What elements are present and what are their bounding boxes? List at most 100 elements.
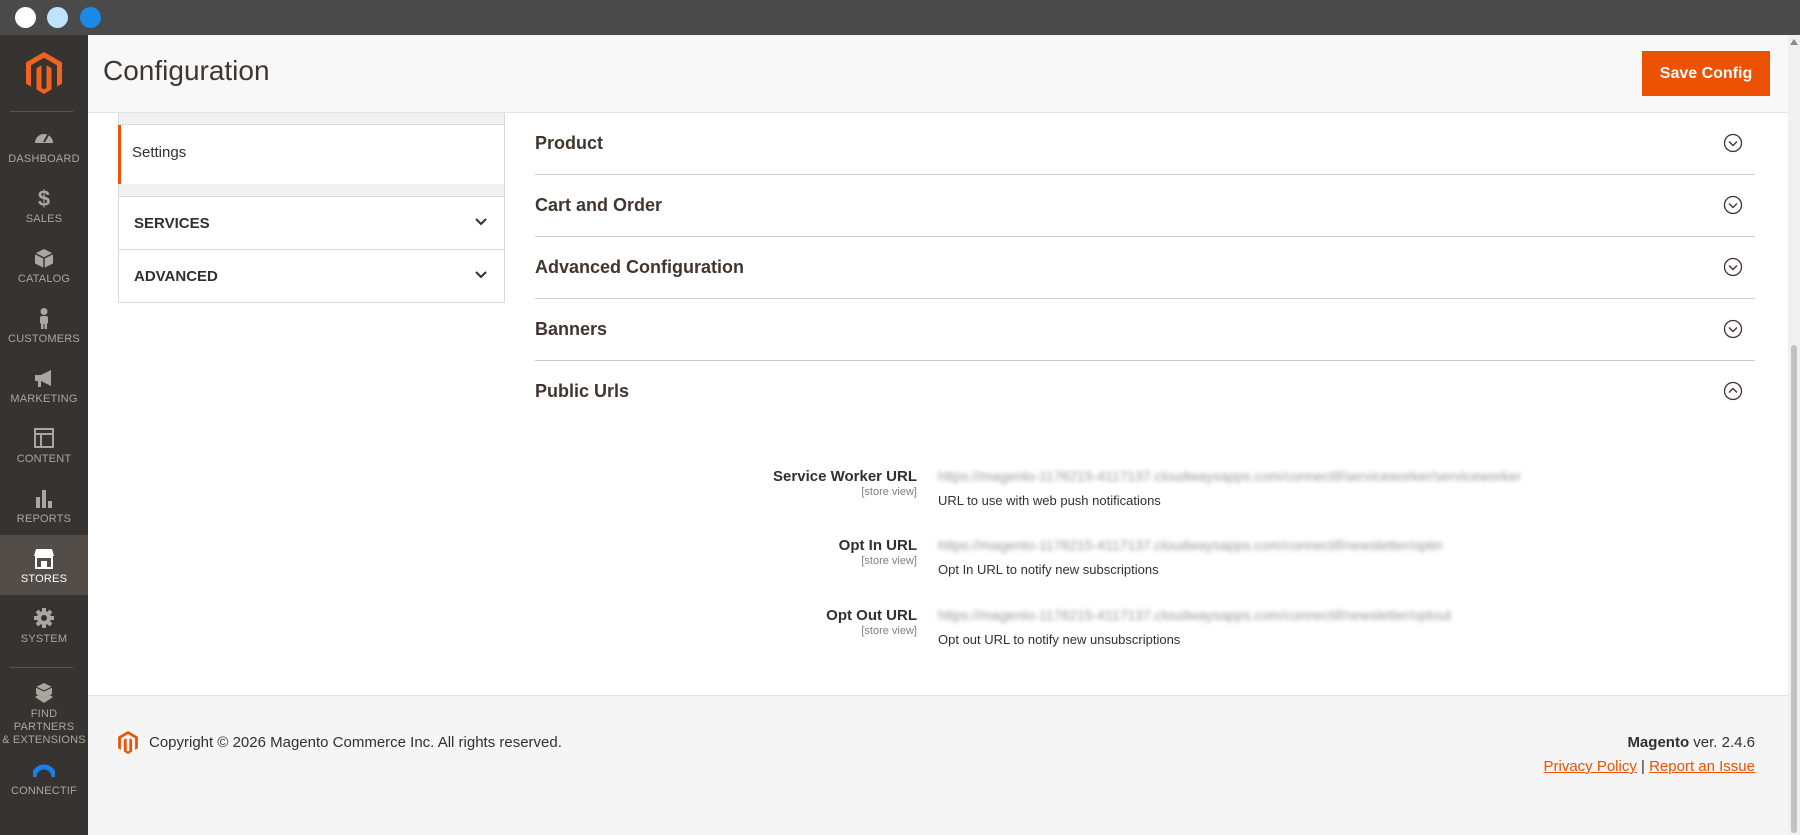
bar-chart-icon <box>36 490 52 508</box>
nav-label: MARKETING <box>10 393 78 405</box>
field-value: https://magento-1176215-4117137.cloudway… <box>938 468 1522 484</box>
report-issue-link[interactable]: Report an Issue <box>1649 758 1755 775</box>
nav-item-catalog[interactable]: CATALOG <box>0 235 88 295</box>
chevron-down-icon <box>475 271 487 279</box>
section-banners[interactable]: Banners <box>535 299 1755 361</box>
connectif-icon <box>33 764 55 778</box>
nav-label: CUSTOMERS <box>8 333 80 345</box>
window-minimize-button[interactable] <box>47 7 68 28</box>
tab-group-label: SERVICES <box>134 215 210 232</box>
section-public-urls[interactable]: Public Urls <box>535 361 1755 423</box>
svg-text:$: $ <box>38 187 50 209</box>
nav-divider <box>10 111 73 112</box>
admin-sidebar: DASHBOARD $ SALES CATALOG CUSTOMERS MARK… <box>0 35 88 835</box>
field-scope: [store view] <box>861 486 917 498</box>
nav-item-marketing[interactable]: MARKETING <box>0 355 88 415</box>
field-note: URL to use with web push notifications <box>938 493 1161 508</box>
gear-icon <box>34 608 54 628</box>
expand-circle-icon[interactable] <box>1723 195 1743 215</box>
magento-logo-icon[interactable] <box>26 52 62 94</box>
nav-item-system[interactable]: SYSTEM <box>0 595 88 655</box>
field-value: https://magento-1176215-4117137.cloudway… <box>938 607 1452 623</box>
version-number: ver. 2.4.6 <box>1693 734 1755 751</box>
nav-label: CONNECTIF <box>11 785 77 797</box>
tab-group-strip <box>118 184 505 196</box>
vertical-scrollbar[interactable] <box>1788 35 1800 835</box>
brand-name: Magento <box>1627 734 1690 751</box>
box-icon <box>34 249 54 268</box>
nav-item-connectif[interactable]: CONNECTIF <box>0 747 88 807</box>
dashboard-icon <box>35 134 53 143</box>
page-title: Configuration <box>103 55 270 86</box>
tab-group-strip <box>118 113 505 125</box>
footer-link-separator: | <box>1641 758 1645 775</box>
nav-label: CATALOG <box>17 273 71 285</box>
section-title: Banners <box>535 319 608 339</box>
nav-item-reports[interactable]: REPORTS <box>0 475 88 535</box>
version-info: Magento ver. 2.4.6 <box>1627 734 1755 751</box>
nav-item-find-partners[interactable]: FIND PARTNERS & EXTENSIONS <box>0 672 88 746</box>
privacy-policy-link[interactable]: Privacy Policy <box>1543 758 1636 775</box>
tab-group-label: ADVANCED <box>134 268 218 285</box>
field-label: Opt Out URL <box>826 607 917 624</box>
expand-circle-icon[interactable] <box>1723 257 1743 277</box>
nav-label: CONTENT <box>16 453 72 465</box>
person-icon <box>40 308 48 329</box>
nav-label-line1: FIND PARTNERS <box>13 708 75 733</box>
nav-item-content[interactable]: CONTENT <box>0 415 88 475</box>
expand-circle-icon[interactable] <box>1723 319 1743 339</box>
tab-group-advanced[interactable]: ADVANCED <box>118 249 505 303</box>
window-titlebar <box>0 0 1800 35</box>
nav-item-customers[interactable]: CUSTOMERS <box>0 295 88 355</box>
section-advanced-configuration[interactable]: Advanced Configuration <box>535 237 1755 299</box>
window-zoom-button[interactable] <box>80 7 101 28</box>
store-icon <box>34 549 54 569</box>
nav-label: SYSTEM <box>20 633 68 645</box>
tab-group-services[interactable]: SERVICES <box>118 196 505 250</box>
field-label: Opt In URL <box>838 537 917 554</box>
window-close-button[interactable] <box>15 7 36 28</box>
collapse-circle-icon[interactable] <box>1723 381 1743 401</box>
nav-item-sales[interactable]: $ SALES <box>0 175 88 235</box>
nav-item-stores[interactable]: STORES <box>0 535 88 595</box>
nav-label: STORES <box>20 573 68 585</box>
chevron-down-icon <box>475 218 487 226</box>
nav-label-line2: & EXTENSIONS <box>2 734 86 746</box>
field-opt-out-url: Opt Out URL [store view] https://magento… <box>535 607 1755 667</box>
cubes-icon <box>35 683 53 703</box>
dollar-icon: $ <box>38 187 50 209</box>
scrollbar-thumb[interactable] <box>1791 345 1797 833</box>
field-label: Service Worker URL <box>773 468 917 485</box>
tab-item-settings[interactable]: Settings <box>118 125 505 184</box>
scroll-up-arrow-icon[interactable] <box>1790 39 1798 45</box>
copyright-text: Copyright © 2026 Magento Commerce Inc. A… <box>149 734 562 751</box>
nav-divider <box>10 667 73 668</box>
nav-label: SALES <box>25 213 63 225</box>
field-note: Opt out URL to notify new unsubscription… <box>938 632 1181 647</box>
section-title: Product <box>535 133 604 153</box>
section-title: Advanced Configuration <box>535 257 745 277</box>
section-title: Cart and Order <box>535 195 663 215</box>
tab-item-label: Settings <box>132 144 187 161</box>
nav-label: REPORTS <box>16 513 72 525</box>
page-header: Configuration Save Config <box>88 35 1788 113</box>
field-note: Opt In URL to notify new subscriptions <box>938 562 1159 577</box>
main-content: Configuration Save Config Settings SERVI… <box>88 35 1788 835</box>
section-title: Public Urls <box>535 381 630 401</box>
field-opt-in-url: Opt In URL [store view] https://magento-… <box>535 537 1755 597</box>
field-scope: [store view] <box>861 625 917 637</box>
layout-icon <box>34 428 54 448</box>
field-service-worker-url: Service Worker URL [store view] https://… <box>535 468 1755 528</box>
section-cart-and-order[interactable]: Cart and Order <box>535 175 1755 237</box>
section-product[interactable]: Product <box>535 113 1755 175</box>
footer-links: Privacy Policy | Report an Issue <box>1543 758 1755 775</box>
save-config-button[interactable]: Save Config <box>1642 51 1770 96</box>
page-footer: Copyright © 2026 Magento Commerce Inc. A… <box>88 695 1788 835</box>
field-value: https://magento-1176215-4117137.cloudway… <box>938 537 1443 553</box>
nav-label: DASHBOARD <box>8 153 80 165</box>
field-scope: [store view] <box>861 555 917 567</box>
expand-circle-icon[interactable] <box>1723 133 1743 153</box>
magento-footer-logo-icon <box>118 731 138 754</box>
nav-item-dashboard[interactable]: DASHBOARD <box>0 115 88 175</box>
megaphone-icon <box>35 370 51 387</box>
